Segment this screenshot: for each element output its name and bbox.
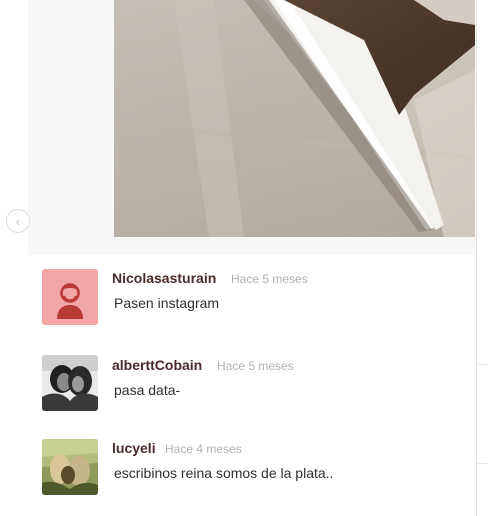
post-photo[interactable] bbox=[114, 0, 475, 237]
comment-text: escribinos reina somos de la plata.. bbox=[114, 465, 334, 481]
divider bbox=[476, 463, 488, 464]
comment-username[interactable]: alberttCobain bbox=[112, 357, 202, 373]
comment-text: pasa data- bbox=[114, 382, 181, 398]
prev-photo-button[interactable]: ‹ bbox=[6, 209, 30, 233]
divider bbox=[476, 364, 488, 365]
photo-image bbox=[114, 0, 475, 237]
comment-username[interactable]: lucyeli bbox=[112, 440, 156, 456]
panel-border bbox=[476, 0, 477, 516]
avatar[interactable] bbox=[42, 269, 98, 325]
avatar[interactable] bbox=[42, 355, 98, 411]
photo-avatar-icon bbox=[42, 439, 98, 495]
comment-time: Hace 4 meses bbox=[165, 442, 242, 456]
comment-item: lucyeli Hace 4 meses escribinos reina so… bbox=[28, 425, 476, 505]
comment-time: Hace 5 meses bbox=[217, 359, 294, 373]
left-panel bbox=[0, 0, 28, 516]
default-avatar-icon bbox=[42, 269, 98, 325]
comment-item: Nicolasasturain Hace 5 meses Pasen insta… bbox=[28, 255, 476, 335]
right-margin bbox=[480, 0, 488, 516]
comment-text: Pasen instagram bbox=[114, 295, 220, 311]
comment-item: alberttCobain Hace 5 meses pasa data- bbox=[28, 342, 476, 422]
avatar[interactable] bbox=[42, 439, 98, 495]
comment-username[interactable]: Nicolasasturain bbox=[112, 270, 216, 286]
chevron-left-icon: ‹ bbox=[15, 213, 21, 229]
photo-avatar-icon bbox=[42, 355, 98, 411]
comment-time: Hace 5 meses bbox=[231, 272, 308, 286]
